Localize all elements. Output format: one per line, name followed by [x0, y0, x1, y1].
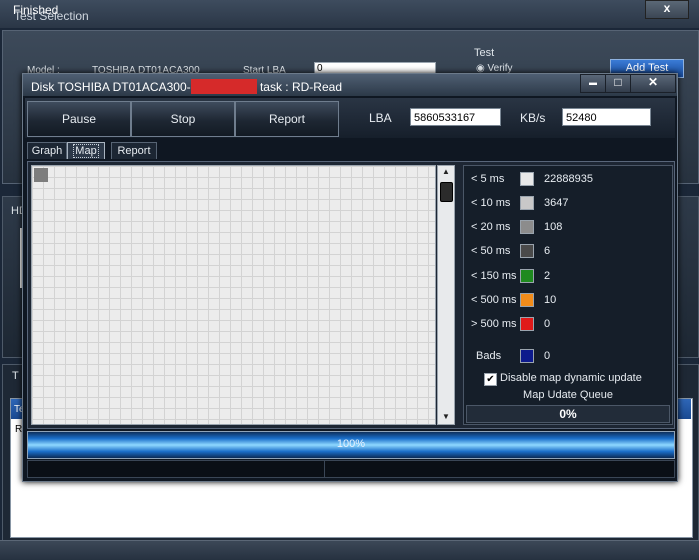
lba-value-field[interactable]: 5860533167	[410, 108, 501, 126]
disk-task-dialog: Disk TOSHIBA DT01ACA300- task : RD-Read …	[22, 73, 678, 482]
test-group-label: Test	[474, 47, 495, 59]
legend-label: < 10 ms	[471, 197, 511, 209]
speed-value-field[interactable]: 52480	[562, 108, 651, 126]
legend-swatch	[520, 293, 534, 307]
legend-row: < 500 ms 10	[464, 290, 672, 310]
sector-map-grid	[31, 165, 436, 425]
dialog-title-suffix: task : RD-Read	[259, 80, 342, 94]
tab-report[interactable]: Report	[111, 142, 157, 159]
bads-label: Bads	[476, 350, 502, 362]
legend-swatch	[520, 172, 534, 186]
lba-label: LBA	[369, 111, 392, 125]
maximize-button[interactable]: □	[605, 74, 631, 93]
tab-map[interactable]: Map	[67, 142, 105, 159]
legend-label: > 500 ms	[471, 318, 517, 330]
tab-map-label: Map	[73, 144, 99, 158]
dialog-title: Disk TOSHIBA DT01ACA300- task : RD-Read	[31, 79, 342, 94]
legend-swatch	[520, 220, 534, 234]
legend-row: < 10 ms 3647	[464, 193, 672, 213]
legend-row: < 20 ms 108	[464, 217, 672, 237]
legend-count: 0	[544, 318, 551, 330]
dialog-bottom-bar	[27, 460, 675, 478]
legend-count: 10	[544, 294, 557, 306]
map-scrollbar[interactable]: ▲ ▼	[437, 165, 455, 425]
tab-graph[interactable]: Graph	[27, 142, 67, 159]
legend-label: < 50 ms	[471, 245, 511, 257]
map-queue-percent: 0%	[466, 405, 670, 423]
legend-label: < 20 ms	[471, 221, 511, 233]
background-window-titlebar	[0, 0, 699, 28]
disable-map-checkbox[interactable]: ✔	[484, 373, 497, 386]
disable-map-label: Disable map dynamic update	[500, 372, 642, 384]
status-bar	[0, 540, 699, 560]
bads-row: Bads 0	[464, 346, 672, 366]
minimize-button[interactable]: ▬	[580, 74, 606, 93]
dialog-title-prefix: Disk TOSHIBA DT01ACA300-	[31, 80, 191, 94]
background-close-button[interactable]: x	[645, 0, 689, 19]
close-button[interactable]: ✕	[630, 74, 676, 93]
legend-label: < 150 ms	[471, 270, 517, 282]
latency-legend: < 5 ms 22888935 < 10 ms 3647 < 20 ms 108…	[463, 165, 673, 425]
bottom-bar-divider	[324, 461, 325, 477]
legend-count: 6	[544, 245, 551, 257]
legend-count: 22888935	[544, 173, 593, 185]
legend-row: < 50 ms 6	[464, 241, 672, 261]
speed-label: KB/s	[520, 111, 546, 125]
bads-swatch	[520, 349, 534, 363]
bads-count: 0	[544, 350, 551, 362]
legend-label: < 5 ms	[471, 173, 505, 185]
legend-count: 2	[544, 270, 551, 282]
legend-count: 108	[544, 221, 563, 233]
legend-swatch	[520, 269, 534, 283]
legend-swatch	[520, 244, 534, 258]
progress-bar: 100%	[27, 431, 675, 459]
legend-row: < 5 ms 22888935	[464, 169, 672, 189]
status-text: Finished	[13, 3, 59, 17]
legend-row: > 500 ms 0	[464, 314, 672, 334]
scroll-down-icon[interactable]: ▼	[438, 411, 454, 423]
legend-count: 3647	[544, 197, 569, 209]
pause-button[interactable]: Pause	[27, 101, 131, 137]
map-tab-content: ▲ ▼ < 5 ms 22888935 < 10 ms 3647 < 20 ms…	[27, 161, 675, 429]
redaction-block	[190, 79, 257, 94]
dialog-toolbar: Pause Stop Report LBA 5860533167 KB/s 52…	[25, 98, 675, 138]
legend-swatch	[520, 317, 534, 331]
legend-swatch	[520, 196, 534, 210]
report-button[interactable]: Report	[235, 101, 339, 137]
scroll-thumb[interactable]	[440, 182, 453, 202]
stop-button[interactable]: Stop	[131, 101, 235, 137]
legend-row: < 150 ms 2	[464, 266, 672, 286]
task-panel-label: T	[12, 370, 19, 382]
map-queue-label: Map Udate Queue	[523, 389, 613, 401]
sector-block	[34, 168, 48, 182]
scroll-up-icon[interactable]: ▲	[438, 166, 454, 178]
legend-label: < 500 ms	[471, 294, 517, 306]
